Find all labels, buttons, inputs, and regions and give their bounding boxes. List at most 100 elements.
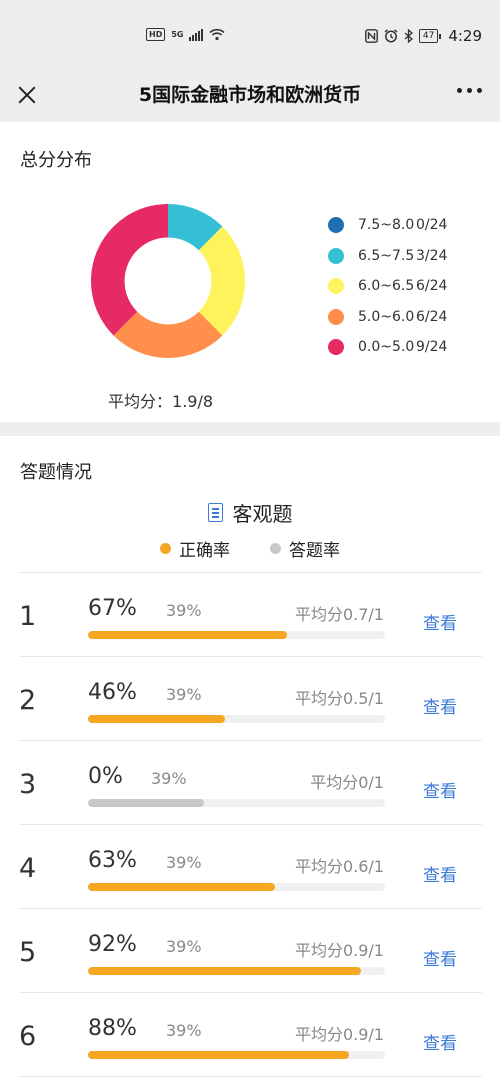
- nfc-icon: [364, 29, 378, 43]
- question-number: 1: [19, 601, 37, 632]
- answer-rate: 39%: [166, 685, 202, 704]
- more-icon[interactable]: [457, 86, 482, 94]
- system-status: 47 4:29: [364, 27, 482, 45]
- legend-range: 0.0~5.0: [358, 339, 415, 356]
- legend-item: 7.5~8.0 0/24: [328, 210, 447, 241]
- legend-range: 5.0~6.0: [358, 308, 415, 325]
- signal-icon: [189, 28, 204, 41]
- donut-slice-4: [90, 203, 168, 336]
- average-score-value: 1.9/8: [172, 392, 214, 411]
- correct-rate: 63%: [88, 848, 137, 873]
- view-button[interactable]: 查看: [423, 1029, 457, 1054]
- rate-progress-bar: [88, 715, 385, 723]
- correct-rate: 46%: [88, 680, 137, 705]
- legend-count: 0/24: [416, 217, 448, 234]
- question-row: 5 92% 39% 平均分0.9/1 查看: [0, 909, 500, 993]
- question-row: 2 46% 39% 平均分0.5/1 查看: [0, 657, 500, 741]
- section-title-answers: 答题情况: [20, 462, 92, 483]
- status-bar: HD 5G 47 4:29: [0, 0, 500, 72]
- legend-answer: 答题率: [270, 536, 340, 561]
- view-button[interactable]: 查看: [423, 693, 457, 718]
- legend-count: 3/24: [416, 247, 448, 264]
- answer-rate: 39%: [151, 769, 187, 788]
- question-average: 平均分0/1: [310, 773, 384, 792]
- question-row: 4 63% 39% 平均分0.6/1 查看: [0, 825, 500, 909]
- answer-rate: 39%: [166, 1021, 202, 1040]
- objective-header: 客观题: [0, 498, 500, 527]
- question-row: 3 0% 39% 平均分0/1 查看: [0, 741, 500, 825]
- question-average: 平均分0.9/1: [294, 941, 384, 960]
- answer-dot-icon: [270, 543, 281, 554]
- view-button[interactable]: 查看: [423, 777, 457, 802]
- section-title-distribution: 总分分布: [20, 150, 92, 171]
- rate-progress-bar: [88, 799, 385, 807]
- rate-progress-bar: [88, 967, 385, 975]
- objective-label: 客观题: [232, 502, 293, 526]
- question-number: 4: [19, 853, 37, 884]
- page-title: 5国际金融市场和欧洲货币: [138, 84, 362, 106]
- legend-count: 6/24: [416, 308, 448, 325]
- answer-rate: 39%: [166, 853, 202, 872]
- legend-count: 6/24: [416, 278, 448, 295]
- question-number: 3: [19, 769, 37, 800]
- average-score-label: 平均分：: [108, 392, 173, 411]
- alarm-icon: [384, 29, 398, 43]
- correct-rate-fill: [88, 631, 287, 639]
- legend-item: 0.0~5.0 9/24: [328, 332, 447, 363]
- legend-range: 6.5~7.5: [358, 247, 415, 264]
- answer-rate-fill: [88, 799, 204, 807]
- question-row: 6 88% 39% 平均分0.9/1 查看: [0, 993, 500, 1077]
- legend-dot-icon: [328, 278, 344, 295]
- legend-correct: 正确率: [160, 536, 230, 561]
- question-average: 平均分0.7/1: [294, 605, 384, 624]
- correct-rate: 67%: [88, 596, 137, 621]
- wifi-icon: [209, 28, 226, 41]
- legend-count: 9/24: [416, 339, 448, 356]
- legend-dot-icon: [328, 339, 344, 356]
- row-divider: [20, 1076, 482, 1077]
- question-number: 5: [19, 937, 37, 968]
- correct-rate-fill: [88, 883, 276, 891]
- score-distribution-card: 总分分布 7.5~8.0 0/24 6.5~7.5 3/24 6.0~6.5 6/24 5.…: [0, 122, 500, 422]
- view-button[interactable]: 查看: [423, 861, 457, 886]
- network-type: 5G: [171, 30, 184, 39]
- correct-rate-fill: [88, 967, 362, 975]
- question-number: 2: [19, 685, 37, 716]
- view-button[interactable]: 查看: [423, 945, 457, 970]
- answer-rate: 39%: [166, 601, 202, 620]
- view-button[interactable]: 查看: [423, 609, 457, 634]
- correct-rate: 88%: [88, 1016, 137, 1041]
- correct-rate-fill: [88, 715, 225, 723]
- question-average: 平均分0.9/1: [294, 1025, 384, 1044]
- rate-progress-bar: [88, 1051, 385, 1059]
- nav-bar: 5国际金融市场和欧洲货币: [0, 72, 500, 122]
- legend-answer-label: 答题率: [289, 541, 340, 561]
- bluetooth-icon: [404, 29, 413, 43]
- network-status: HD 5G: [146, 28, 226, 41]
- legend-dot-icon: [328, 217, 344, 234]
- rate-legend: 正确率 答题率: [0, 536, 500, 561]
- rate-progress-bar: [88, 631, 385, 639]
- question-average: 平均分0.5/1: [294, 689, 384, 708]
- score-donut-chart: [90, 203, 246, 359]
- distribution-legend: 7.5~8.0 0/24 6.5~7.5 3/24 6.0~6.5 6/24 5.0~6.0…: [328, 210, 447, 363]
- average-score: 平均分：1.9/8: [108, 388, 213, 412]
- answer-status-card: 答题情况 客观题 正确率 答题率 1 67% 39% 平均分0.7/1 查看 2 46% 39…: [0, 436, 500, 1083]
- rate-progress-bar: [88, 883, 385, 891]
- legend-correct-label: 正确率: [179, 541, 230, 561]
- question-number: 6: [19, 1021, 37, 1052]
- clock: 4:29: [448, 27, 482, 45]
- correct-rate: 92%: [88, 932, 137, 957]
- legend-item: 6.5~7.5 3/24: [328, 241, 447, 272]
- hd-icon: HD: [146, 28, 166, 41]
- legend-item: 5.0~6.0 6/24: [328, 302, 447, 333]
- correct-rate-fill: [88, 1051, 350, 1059]
- legend-range: 6.0~6.5: [358, 278, 415, 295]
- battery-icon: 47: [418, 29, 442, 43]
- legend-item: 6.0~6.5 6/24: [328, 271, 447, 302]
- document-icon: [207, 503, 223, 522]
- question-average: 平均分0.6/1: [294, 857, 384, 876]
- correct-dot-icon: [160, 543, 171, 554]
- legend-dot-icon: [328, 308, 344, 325]
- legend-dot-icon: [328, 247, 344, 264]
